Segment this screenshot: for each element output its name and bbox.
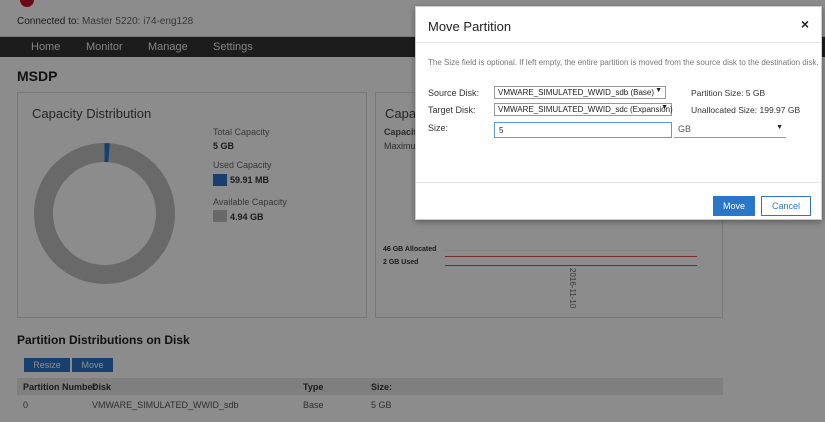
caret-down-icon: ▼: [655, 87, 662, 94]
source-disk-label: Source Disk:: [428, 88, 480, 98]
size-unit-value: GB: [678, 124, 692, 134]
size-unit-select[interactable]: GB ▼: [674, 122, 786, 138]
target-disk-value: VMWARE_SIMULATED_WWID_sdc (Expansion): [498, 105, 673, 114]
source-disk-value: VMWARE_SIMULATED_WWID_sdb (Base): [498, 88, 655, 97]
move-partition-dialog: Move Partition × The Size field is optio…: [415, 6, 822, 220]
modal-description: The Size field is optional. If left empt…: [428, 58, 819, 67]
size-input[interactable]: [494, 122, 672, 138]
modal-footer-divider: [416, 182, 821, 183]
modal-title: Move Partition: [428, 19, 512, 34]
target-disk-select[interactable]: VMWARE_SIMULATED_WWID_sdc (Expansion) ▼: [494, 103, 673, 116]
modal-header: Move Partition ×: [416, 7, 821, 43]
move-confirm-button[interactable]: Move: [713, 196, 755, 216]
partition-size-info: Partition Size: 5 GB: [691, 88, 766, 98]
caret-down-icon: ▼: [661, 104, 668, 111]
source-disk-select[interactable]: VMWARE_SIMULATED_WWID_sdb (Base) ▼: [494, 86, 666, 99]
size-label: Size:: [428, 123, 449, 133]
cancel-button[interactable]: Cancel: [761, 196, 811, 216]
unallocated-size-info: Unallocated Size: 199.97 GB: [691, 105, 801, 115]
target-disk-label: Target Disk:: [428, 105, 476, 115]
close-icon[interactable]: ×: [801, 16, 809, 32]
caret-down-icon: ▼: [776, 124, 783, 131]
